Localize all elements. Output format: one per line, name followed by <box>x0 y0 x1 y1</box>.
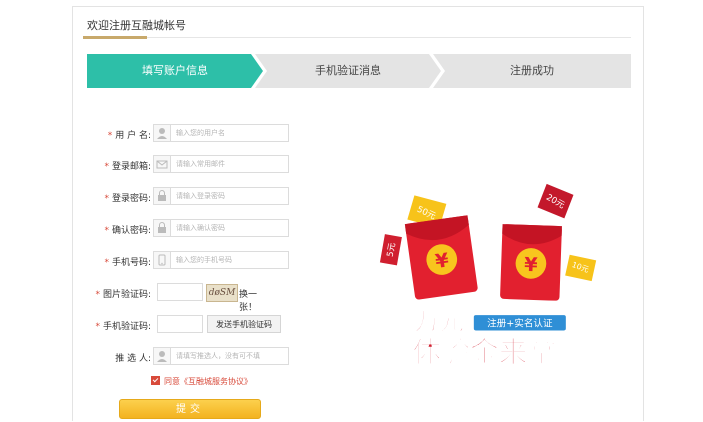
image-captcha-input[interactable] <box>157 283 203 301</box>
change-captcha-link[interactable]: 换一张！ <box>239 287 257 313</box>
referrer-input[interactable]: 请填写推选人，没有可不填 <box>153 347 289 365</box>
person-icon <box>154 348 171 364</box>
currency-symbol-right: ¥ <box>524 253 539 276</box>
step-label: 填写账户信息 <box>142 64 208 77</box>
step-registration-success: 注册成功 <box>433 54 631 88</box>
email-placeholder: 请输入常用邮件 <box>176 160 225 168</box>
red-envelope-right-icon: ¥ <box>500 224 562 301</box>
red-envelope-left-icon: ¥ <box>404 215 478 300</box>
coupon-20-icon: 20元 <box>537 183 574 219</box>
required-mark: * <box>95 290 100 300</box>
send-sms-button[interactable]: 发送手机验证码 <box>207 315 281 333</box>
phone-label: 手机号码: <box>111 258 151 268</box>
headline-line-1: 万元 <box>414 307 464 336</box>
referrer-label: 推 选 人: <box>115 354 151 364</box>
mail-icon <box>154 156 171 172</box>
referrer-placeholder: 请填写推选人，没有可不填 <box>176 352 260 360</box>
required-mark: * <box>104 226 109 236</box>
header-accent-bar <box>83 36 147 39</box>
phone-placeholder: 输入您的手机号码 <box>176 256 232 264</box>
username-label: 用 户 名: <box>115 131 151 141</box>
required-mark: * <box>104 258 109 268</box>
promo-ribbon: 注册+实名认证 <box>473 315 566 331</box>
registration-panel: 欢迎注册互融城帐号 填写账户信息 手机验证消息 注册成功 * 用 户 名: 输入您… <box>72 6 644 421</box>
lock-icon <box>154 188 171 204</box>
email-label: 登录邮箱: <box>111 162 151 172</box>
password-label: 登录密码: <box>111 194 151 204</box>
lock-icon <box>154 220 171 236</box>
user-icon <box>154 125 171 141</box>
header-divider <box>83 37 631 38</box>
confirm-password-label: 确认密码: <box>111 226 151 236</box>
required-mark: * <box>104 162 109 172</box>
required-mark: * <box>107 131 113 141</box>
step-phone-verification: 手机验证消息 <box>255 54 441 88</box>
progress-steps: 填写账户信息 手机验证消息 注册成功 <box>87 54 631 88</box>
required-mark: * <box>95 322 100 332</box>
sms-code-input[interactable] <box>157 315 203 333</box>
promo-illustration: 50元 20元 5元 10元 ¥ ¥ 万元 注册+实名认证 体验金来拿 <box>379 183 608 370</box>
ribbon-text: 注册+实名认证 <box>487 318 553 330</box>
coupon-10-icon: 10元 <box>565 254 597 282</box>
required-mark: * <box>104 194 109 204</box>
email-input[interactable]: 请输入常用邮件 <box>153 155 289 173</box>
agreement-row[interactable]: 同意《互融城服务协议》 <box>151 376 252 387</box>
step-fill-account-info: 填写账户信息 <box>87 54 263 88</box>
confirm-password-input[interactable]: 请输入确认密码 <box>153 219 289 237</box>
sms-code-label: 手机验证码: <box>102 322 151 332</box>
phone-input[interactable]: 输入您的手机号码 <box>153 251 289 269</box>
password-input[interactable]: 请输入登录密码 <box>153 187 289 205</box>
captcha-image[interactable]: døSM <box>206 284 238 302</box>
agreement-text[interactable]: 同意《互融城服务协议》 <box>164 377 252 386</box>
image-captcha-label: 图片验证码: <box>102 290 151 300</box>
password-placeholder: 请输入登录密码 <box>176 192 225 200</box>
coupon-5-icon: 5元 <box>379 234 402 266</box>
phone-icon <box>154 252 171 268</box>
submit-button[interactable]: 提交 <box>119 399 261 419</box>
step-label: 注册成功 <box>510 64 554 77</box>
agreement-checkbox[interactable] <box>151 376 160 385</box>
username-input[interactable]: 输入您的用户名 <box>153 124 289 142</box>
headline-line-2: 体验金来拿 <box>413 335 557 369</box>
username-placeholder: 输入您的用户名 <box>176 129 225 137</box>
page-title: 欢迎注册互融城帐号 <box>87 19 186 32</box>
confirm-password-placeholder: 请输入确认密码 <box>176 224 225 232</box>
step-label: 手机验证消息 <box>315 64 381 77</box>
